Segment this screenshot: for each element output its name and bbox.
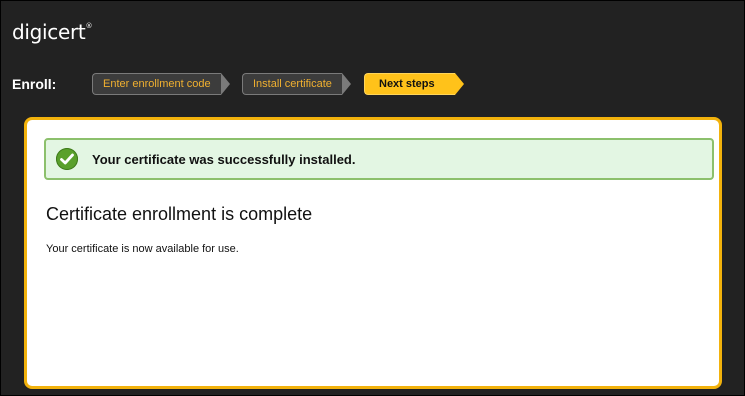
step-arrow	[341, 73, 351, 95]
success-alert: Your certificate was successfully instal…	[44, 138, 714, 180]
status-text: Your certificate is now available for us…	[46, 243, 239, 255]
browser-window: digicert® Enroll: Enter enrollment code …	[0, 0, 745, 396]
step-label: Next steps	[364, 73, 455, 95]
step-next-steps[interactable]: Next steps	[364, 73, 464, 95]
enroll-label: Enroll:	[12, 76, 57, 92]
page-title: Certificate enrollment is complete	[46, 204, 313, 224]
step-enter-enrollment-code[interactable]: Enter enrollment code	[92, 73, 230, 95]
step-arrow	[454, 73, 464, 95]
step-label: Install certificate	[242, 73, 342, 95]
digicert-logo: digicert®	[12, 20, 92, 44]
step-arrow	[220, 73, 230, 95]
check-circle-icon	[56, 148, 78, 170]
success-message: Your certificate was successfully instal…	[92, 151, 356, 167]
step-label: Enter enrollment code	[92, 73, 221, 95]
logo-text: digicert	[12, 20, 86, 44]
logo-registered-mark: ®	[85, 22, 93, 30]
step-install-certificate[interactable]: Install certificate	[242, 73, 351, 95]
content-panel: Your certificate was successfully instal…	[24, 117, 722, 389]
